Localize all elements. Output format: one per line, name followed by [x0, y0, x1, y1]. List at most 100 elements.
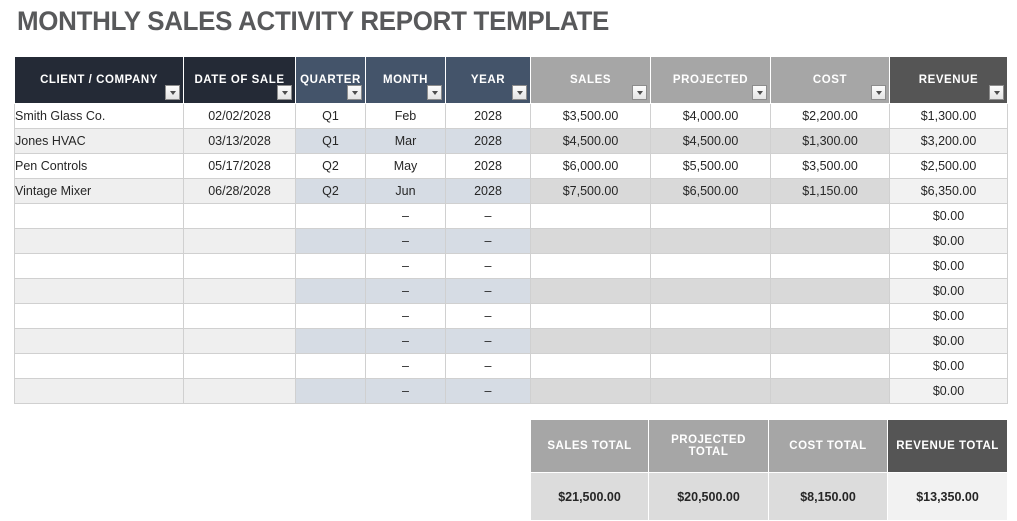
cell-month[interactable]: Mar: [365, 128, 446, 154]
cell-quarter[interactable]: [295, 278, 366, 304]
cell-client[interactable]: [14, 278, 184, 304]
cell-revenue[interactable]: $6,350.00: [889, 178, 1008, 204]
cell-quarter[interactable]: [295, 328, 366, 354]
cell-quarter[interactable]: Q2: [295, 153, 366, 179]
table-row[interactable]: Pen Controls 05/17/2028 Q2 May 2028 $6,000.00…: [14, 153, 1008, 179]
cell-year[interactable]: –: [445, 303, 531, 329]
cell-client[interactable]: [14, 378, 184, 404]
cell-month[interactable]: –: [365, 228, 446, 254]
cell-year[interactable]: –: [445, 328, 531, 354]
cell-date[interactable]: [183, 328, 296, 354]
table-row[interactable]: – – $0.00: [14, 328, 1008, 354]
cell-revenue[interactable]: $0.00: [889, 353, 1008, 379]
cell-client[interactable]: [14, 353, 184, 379]
cell-sales[interactable]: [530, 228, 651, 254]
table-row[interactable]: – – $0.00: [14, 303, 1008, 329]
cell-revenue[interactable]: $0.00: [889, 203, 1008, 229]
cell-revenue[interactable]: $0.00: [889, 228, 1008, 254]
cell-sales[interactable]: [530, 203, 651, 229]
cell-date[interactable]: 05/17/2028: [183, 153, 296, 179]
cell-projected[interactable]: $6,500.00: [650, 178, 771, 204]
cell-year[interactable]: 2028: [445, 128, 531, 154]
cell-sales[interactable]: $3,500.00: [530, 103, 651, 129]
cell-month[interactable]: Jun: [365, 178, 446, 204]
cell-projected[interactable]: $4,500.00: [650, 128, 771, 154]
filter-dropdown-icon[interactable]: [989, 85, 1004, 100]
cell-revenue[interactable]: $1,300.00: [889, 103, 1008, 129]
cell-year[interactable]: –: [445, 203, 531, 229]
cell-client[interactable]: Pen Controls: [14, 153, 184, 179]
cell-cost[interactable]: [770, 353, 890, 379]
filter-dropdown-icon[interactable]: [427, 85, 442, 100]
table-row[interactable]: – – $0.00: [14, 278, 1008, 304]
cell-projected[interactable]: [650, 228, 771, 254]
cell-date[interactable]: [183, 253, 296, 279]
cell-month[interactable]: –: [365, 353, 446, 379]
cell-cost[interactable]: [770, 253, 890, 279]
table-row[interactable]: Smith Glass Co. 02/02/2028 Q1 Feb 2028 $3,500…: [14, 103, 1008, 129]
cell-date[interactable]: [183, 303, 296, 329]
cell-year[interactable]: –: [445, 253, 531, 279]
cell-month[interactable]: –: [365, 278, 446, 304]
table-row[interactable]: Jones HVAC 03/13/2028 Q1 Mar 2028 $4,500.00 $4…: [14, 128, 1008, 154]
cell-projected[interactable]: [650, 303, 771, 329]
cell-client[interactable]: [14, 303, 184, 329]
table-row[interactable]: Vintage Mixer 06/28/2028 Q2 Jun 2028 $7,500.0…: [14, 178, 1008, 204]
cell-year[interactable]: –: [445, 378, 531, 404]
cell-revenue[interactable]: $0.00: [889, 278, 1008, 304]
table-row[interactable]: – – $0.00: [14, 228, 1008, 254]
cell-sales[interactable]: [530, 303, 651, 329]
filter-dropdown-icon[interactable]: [277, 85, 292, 100]
filter-dropdown-icon[interactable]: [165, 85, 180, 100]
cell-quarter[interactable]: [295, 228, 366, 254]
cell-projected[interactable]: [650, 328, 771, 354]
cell-year[interactable]: –: [445, 278, 531, 304]
cell-client[interactable]: [14, 203, 184, 229]
cell-quarter[interactable]: Q1: [295, 128, 366, 154]
cell-cost[interactable]: [770, 303, 890, 329]
cell-month[interactable]: –: [365, 253, 446, 279]
filter-dropdown-icon[interactable]: [632, 85, 647, 100]
cell-quarter[interactable]: [295, 253, 366, 279]
cell-revenue[interactable]: $0.00: [889, 328, 1008, 354]
table-row[interactable]: – – $0.00: [14, 378, 1008, 404]
cell-revenue[interactable]: $2,500.00: [889, 153, 1008, 179]
table-row[interactable]: – – $0.00: [14, 253, 1008, 279]
cell-cost[interactable]: $1,300.00: [770, 128, 890, 154]
cell-date[interactable]: 02/02/2028: [183, 103, 296, 129]
cell-sales[interactable]: $4,500.00: [530, 128, 651, 154]
cell-date[interactable]: 06/28/2028: [183, 178, 296, 204]
cell-projected[interactable]: [650, 203, 771, 229]
cell-quarter[interactable]: [295, 378, 366, 404]
cell-date[interactable]: [183, 228, 296, 254]
cell-revenue[interactable]: $3,200.00: [889, 128, 1008, 154]
cell-month[interactable]: –: [365, 303, 446, 329]
cell-year[interactable]: –: [445, 228, 531, 254]
cell-revenue[interactable]: $0.00: [889, 303, 1008, 329]
cell-sales[interactable]: [530, 378, 651, 404]
filter-dropdown-icon[interactable]: [347, 85, 362, 100]
cell-quarter[interactable]: Q2: [295, 178, 366, 204]
cell-revenue[interactable]: $0.00: [889, 378, 1008, 404]
cell-projected[interactable]: [650, 278, 771, 304]
cell-projected[interactable]: [650, 253, 771, 279]
cell-revenue[interactable]: $0.00: [889, 253, 1008, 279]
cell-date[interactable]: 03/13/2028: [183, 128, 296, 154]
cell-client[interactable]: [14, 228, 184, 254]
cell-sales[interactable]: [530, 278, 651, 304]
table-row[interactable]: – – $0.00: [14, 203, 1008, 229]
cell-client[interactable]: Smith Glass Co.: [14, 103, 184, 129]
cell-date[interactable]: [183, 203, 296, 229]
cell-quarter[interactable]: [295, 203, 366, 229]
cell-projected[interactable]: [650, 353, 771, 379]
cell-date[interactable]: [183, 278, 296, 304]
cell-date[interactable]: [183, 378, 296, 404]
cell-client[interactable]: Vintage Mixer: [14, 178, 184, 204]
cell-sales[interactable]: $6,000.00: [530, 153, 651, 179]
cell-month[interactable]: May: [365, 153, 446, 179]
cell-sales[interactable]: $7,500.00: [530, 178, 651, 204]
cell-projected[interactable]: [650, 378, 771, 404]
cell-sales[interactable]: [530, 253, 651, 279]
cell-month[interactable]: –: [365, 378, 446, 404]
cell-cost[interactable]: [770, 378, 890, 404]
